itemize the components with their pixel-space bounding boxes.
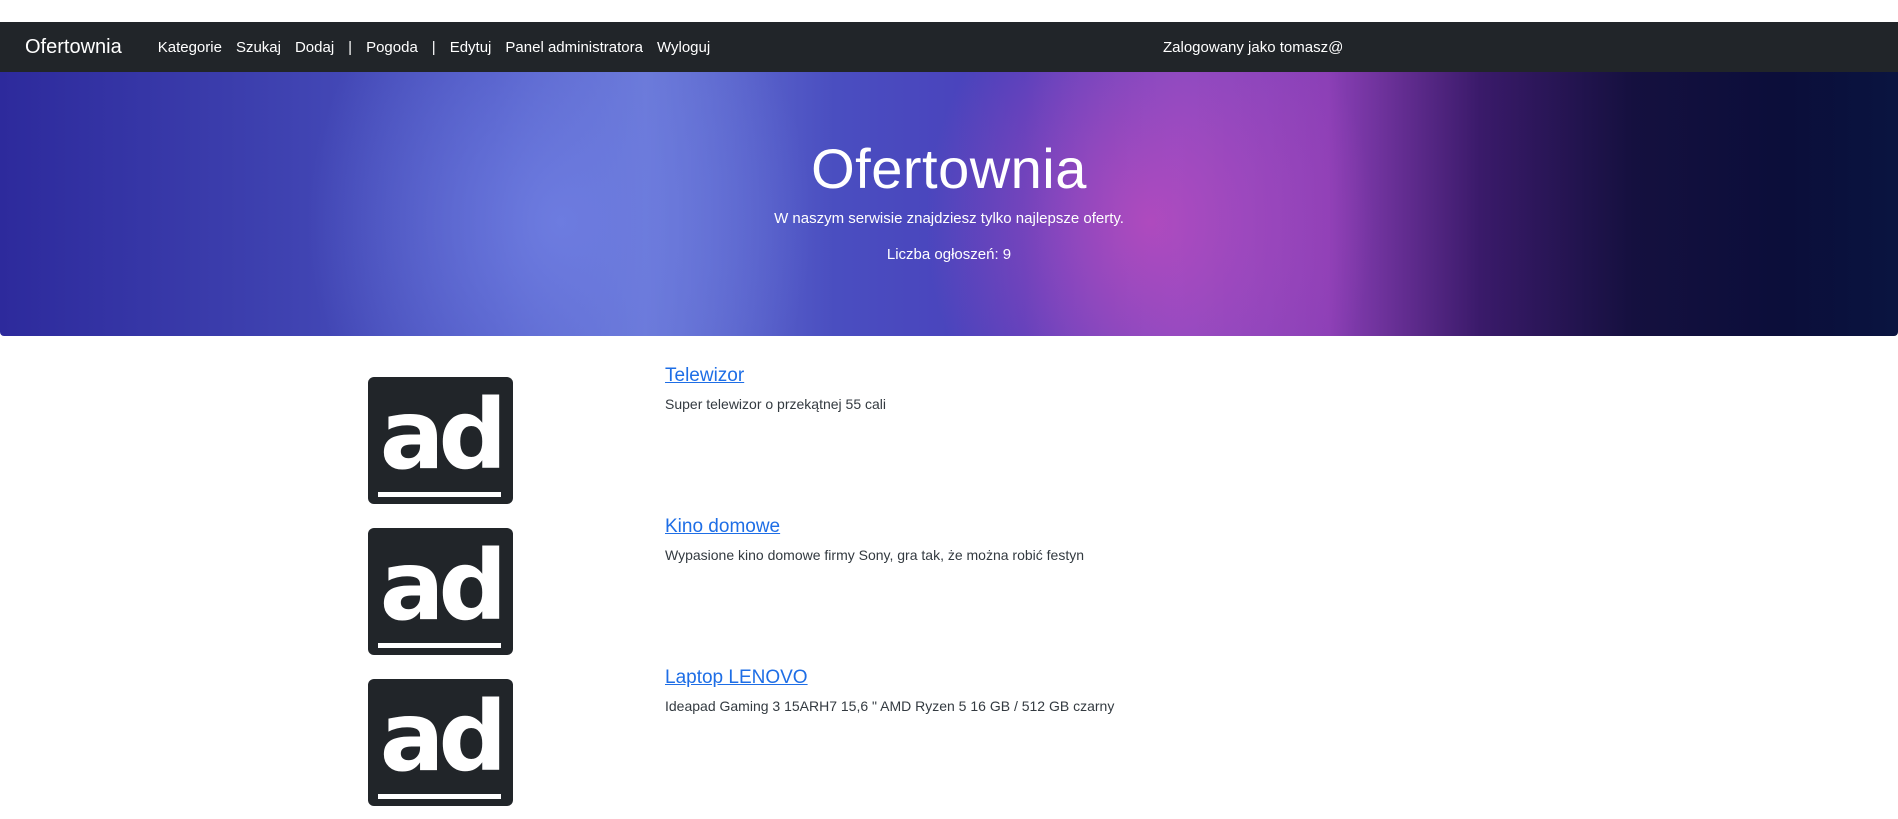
listing-title-link[interactable]: Laptop LENOVO bbox=[665, 667, 808, 689]
ad-logo-text: ad bbox=[379, 530, 508, 642]
nav-wyloguj[interactable]: Wyloguj bbox=[657, 39, 710, 56]
logged-in-user: Zalogowany jako tomasz@ bbox=[1163, 38, 1344, 56]
ad-thumbnail[interactable]: ad bbox=[368, 679, 513, 806]
listing-item: ad Telewizor Super telewizor o przekątne… bbox=[0, 351, 1898, 504]
nav-szukaj[interactable]: Szukaj bbox=[236, 39, 281, 56]
ad-thumbnail[interactable]: ad bbox=[368, 377, 513, 504]
nav-separator: | bbox=[348, 38, 353, 56]
ad-logo-underline bbox=[378, 492, 501, 497]
ad-logo-underline bbox=[378, 794, 501, 799]
nav-dodaj[interactable]: Dodaj bbox=[295, 39, 334, 56]
listing-description: Super telewizor o przekątnej 55 cali bbox=[665, 396, 887, 412]
nav-edytuj[interactable]: Edytuj bbox=[450, 39, 492, 56]
hero-title: Ofertownia bbox=[811, 137, 1087, 200]
ad-thumbnail[interactable]: ad bbox=[368, 528, 513, 655]
listing-item: ad Kino domowe Wypasione kino domowe fir… bbox=[0, 502, 1898, 655]
hero-banner: Ofertownia W naszym serwisie znajdziesz … bbox=[0, 72, 1898, 336]
listing-count: Liczba ogłoszeń: 9 bbox=[886, 246, 1012, 263]
listing-title-link[interactable]: Telewizor bbox=[665, 365, 744, 387]
navbar: Ofertownia Kategorie Szukaj Dodaj | Pogo… bbox=[0, 22, 1898, 72]
nav-pogoda[interactable]: Pogoda bbox=[366, 39, 418, 56]
nav-separator: | bbox=[431, 38, 436, 56]
hero-subtitle: W naszym serwisie znajdziesz tylko najle… bbox=[774, 210, 1124, 227]
brand-link[interactable]: Ofertownia bbox=[25, 36, 122, 59]
ad-logo-text: ad bbox=[379, 681, 508, 793]
nav-menu: Kategorie Szukaj Dodaj | Pogoda | Edytuj… bbox=[158, 39, 724, 56]
nav-kategorie[interactable]: Kategorie bbox=[158, 39, 222, 56]
listing-item: ad Laptop LENOVO Ideapad Gaming 3 15ARH7… bbox=[0, 653, 1898, 806]
listing-description: Wypasione kino domowe firmy Sony, gra ta… bbox=[665, 547, 1085, 563]
top-spacer bbox=[0, 0, 1898, 22]
nav-panel-administratora[interactable]: Panel administratora bbox=[505, 39, 643, 56]
ad-logo-text: ad bbox=[379, 379, 508, 491]
ad-logo-underline bbox=[378, 643, 501, 648]
listing-description: Ideapad Gaming 3 15ARH7 15,6 " AMD Ryzen… bbox=[665, 698, 1115, 714]
listing-title-link[interactable]: Kino domowe bbox=[665, 516, 780, 538]
